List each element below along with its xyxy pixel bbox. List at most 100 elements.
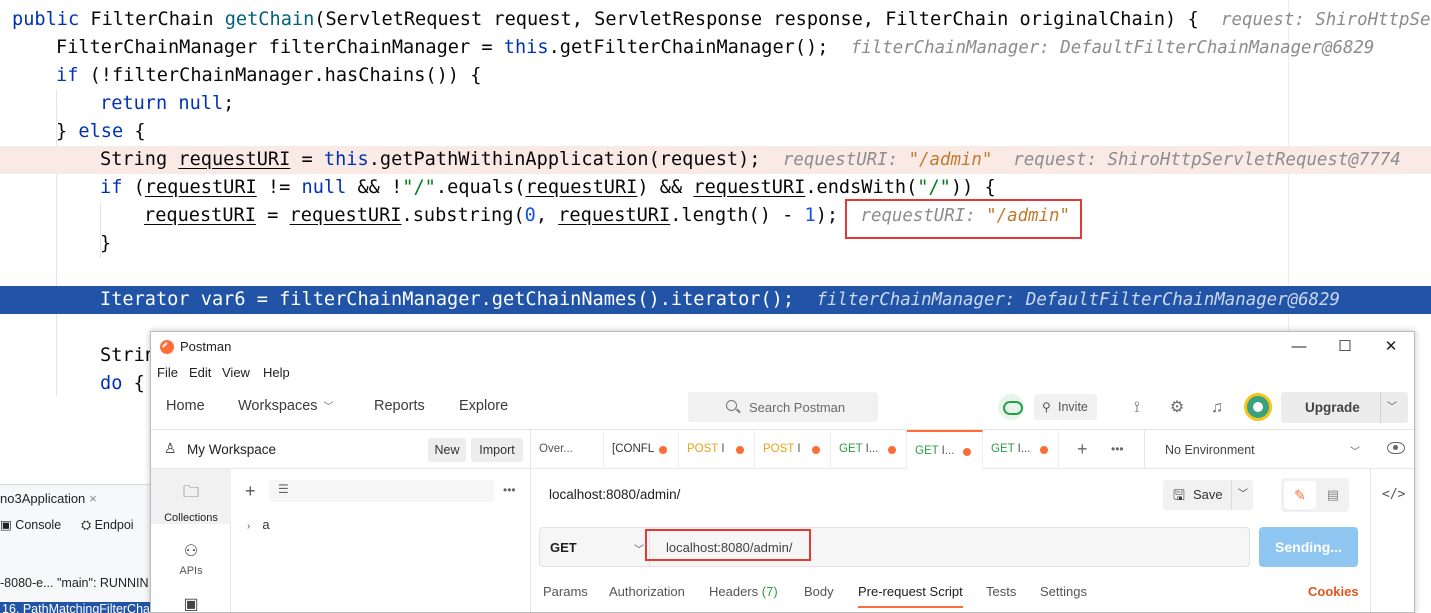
- close-icon[interactable]: ×: [89, 491, 97, 506]
- tab-get-active[interactable]: GET I...: [907, 430, 983, 469]
- variable: requestURI: [558, 205, 671, 226]
- code-text: FilterChainManager filterChainManager =: [56, 37, 504, 58]
- method-select[interactable]: GET ﹀: [539, 527, 649, 567]
- menu-edit[interactable]: Edit: [189, 365, 211, 380]
- sidebar-item-collections[interactable]: 🗀 Collections: [151, 469, 231, 524]
- tab-conflict[interactable]: [CONFL: [604, 430, 679, 469]
- tab-settings[interactable]: Settings: [1040, 584, 1087, 599]
- debug-inline-hint: filterChainManager: DefaultFilterChainMa…: [816, 290, 1340, 310]
- code-line-2[interactable]: FilterChainManager filterChainManager = …: [0, 34, 1431, 62]
- minimize-button[interactable]: —: [1284, 336, 1314, 358]
- tab-get-1[interactable]: GET I...: [831, 430, 907, 469]
- request-options-tabs: Params Authorization Headers (7) Body Pr…: [531, 580, 1366, 612]
- bell-icon[interactable]: ♫: [1206, 397, 1228, 419]
- save-button[interactable]: 🖫 Save ﹀: [1163, 480, 1253, 510]
- tab-authorization[interactable]: Authorization: [609, 584, 685, 599]
- run-config-tab[interactable]: no3Application ×: [0, 491, 97, 506]
- menu-view[interactable]: View: [222, 365, 250, 380]
- close-button[interactable]: ✕: [1376, 336, 1406, 358]
- code-text: .getFilterChainManager();: [548, 37, 829, 58]
- import-button[interactable]: Import: [471, 438, 523, 462]
- debug-toolbar: ▣ Console ⛭ Endpoi: [0, 517, 150, 539]
- sidebar-item-environments[interactable]: ▣: [151, 594, 231, 612]
- keyword: if: [56, 65, 79, 86]
- tab-prerequest-script[interactable]: Pre-request Script: [858, 584, 963, 608]
- invite-button[interactable]: ⚲ Invite: [1034, 394, 1097, 420]
- tab-overview[interactable]: Over...: [531, 430, 604, 469]
- menu-file[interactable]: File: [157, 365, 178, 380]
- code-line-6[interactable]: String requestURI = this.getPathWithinAp…: [0, 146, 1431, 174]
- code-line-9[interactable]: }: [0, 230, 1431, 258]
- nav-workspaces[interactable]: Workspaces ﹀: [238, 398, 334, 414]
- tab-headers[interactable]: Headers (7): [709, 584, 778, 599]
- stack-frame-item[interactable]: 16, PathMatchingFilterChai: [0, 602, 150, 613]
- more-options-icon[interactable]: •••: [503, 483, 516, 497]
- new-button[interactable]: New: [428, 438, 466, 462]
- keyword: null: [178, 93, 224, 114]
- sidebar-rail: 🗀 Collections ⚇ APIs ▣: [151, 469, 231, 612]
- cookies-link[interactable]: Cookies: [1308, 584, 1359, 599]
- chevron-down-icon: ﹀: [1238, 489, 1248, 500]
- tab-params[interactable]: Params: [543, 584, 588, 599]
- highlight-box: [645, 529, 811, 561]
- tab-body[interactable]: Body: [804, 584, 834, 599]
- pencil-icon[interactable]: ✎: [1284, 481, 1316, 509]
- code-line-7[interactable]: if (requestURI != null && !"/".equals(re…: [0, 174, 1431, 202]
- add-user-icon: ⚲: [1042, 400, 1051, 414]
- code-text: }: [100, 233, 112, 254]
- more-tabs-icon[interactable]: •••: [1111, 442, 1124, 456]
- workspace-name[interactable]: My Workspace: [187, 442, 276, 457]
- code-text: =: [255, 205, 290, 226]
- thread-selector[interactable]: -8080-e... "main": RUNNIN: [0, 576, 149, 590]
- tab-post-1[interactable]: POST I: [679, 430, 755, 469]
- code-text: .length() -: [670, 205, 805, 226]
- workspace-bar: ♙ My Workspace New Import: [151, 430, 531, 469]
- nav-home[interactable]: Home: [166, 398, 205, 414]
- sidebar-item-apis[interactable]: ⚇ APIs: [151, 529, 231, 584]
- upgrade-button[interactable]: Upgrade ﹀: [1281, 392, 1408, 423]
- search-input[interactable]: Search Postman: [688, 392, 878, 422]
- request-name[interactable]: localhost:8080/admin/: [549, 487, 680, 502]
- filter-input[interactable]: ☰: [269, 480, 494, 502]
- code-icon[interactable]: </>: [1382, 487, 1405, 502]
- environment-select[interactable]: No Environment ﹀: [1144, 430, 1367, 469]
- save-icon: 🖫: [1173, 487, 1185, 503]
- code-text: Iterator var6 = filterChainManager.getCh…: [100, 289, 795, 310]
- nav-reports[interactable]: Reports: [374, 398, 425, 414]
- new-tab-button[interactable]: +: [1077, 439, 1088, 460]
- send-button[interactable]: Sending...: [1259, 527, 1358, 567]
- string-literal: "/": [402, 177, 436, 198]
- satellite-icon[interactable]: ⟟: [1126, 397, 1148, 419]
- menu-help[interactable]: Help: [263, 365, 290, 380]
- gear-icon[interactable]: ⚙: [1166, 397, 1188, 419]
- nav-explore[interactable]: Explore: [459, 398, 508, 414]
- string-literal: "/": [917, 177, 951, 198]
- code-line-4[interactable]: return null;: [0, 90, 1431, 118]
- code-line-5[interactable]: } else {: [0, 118, 1431, 146]
- cloud-sync-icon[interactable]: [998, 394, 1024, 420]
- code-text: ,: [535, 205, 559, 226]
- request-tabs: Over... [CONFL POST I POST I GET I... GE…: [531, 430, 1414, 469]
- type-name: FilterChain: [90, 9, 214, 30]
- code-line-1[interactable]: public FilterChain getChain(ServletReque…: [0, 6, 1431, 34]
- collections-pane: + ☰ ••• › a: [231, 469, 531, 612]
- postman-window: Postman — ☐ ✕ File Edit View Help Home W…: [150, 331, 1415, 613]
- tab-get-2[interactable]: GET I...: [983, 430, 1059, 469]
- right-sidebar: </>: [1370, 469, 1414, 612]
- console-tab[interactable]: ▣ Console: [0, 518, 71, 532]
- endpoints-tab[interactable]: ⛭ Endpoi: [81, 518, 143, 532]
- tab-tests[interactable]: Tests: [986, 584, 1016, 599]
- tab-post-2[interactable]: POST I: [755, 430, 831, 469]
- view-mode-toggle: ✎ ▤: [1281, 478, 1349, 512]
- maximize-button[interactable]: ☐: [1330, 336, 1360, 358]
- collection-item[interactable]: › a: [247, 517, 270, 532]
- add-collection-button[interactable]: +: [245, 481, 256, 502]
- avatar[interactable]: [1244, 393, 1272, 421]
- documentation-icon[interactable]: ▤: [1319, 481, 1347, 509]
- code-line-3[interactable]: if (!filterChainManager.hasChains()) {: [0, 62, 1431, 90]
- title-bar[interactable]: Postman — ☐ ✕: [151, 332, 1414, 362]
- eye-icon[interactable]: [1387, 442, 1405, 454]
- code-line-8[interactable]: requestURI = requestURI.substring(0, req…: [0, 202, 1431, 230]
- code-line-current[interactable]: Iterator var6 = filterChainManager.getCh…: [0, 286, 1431, 314]
- code-text: );: [815, 205, 839, 226]
